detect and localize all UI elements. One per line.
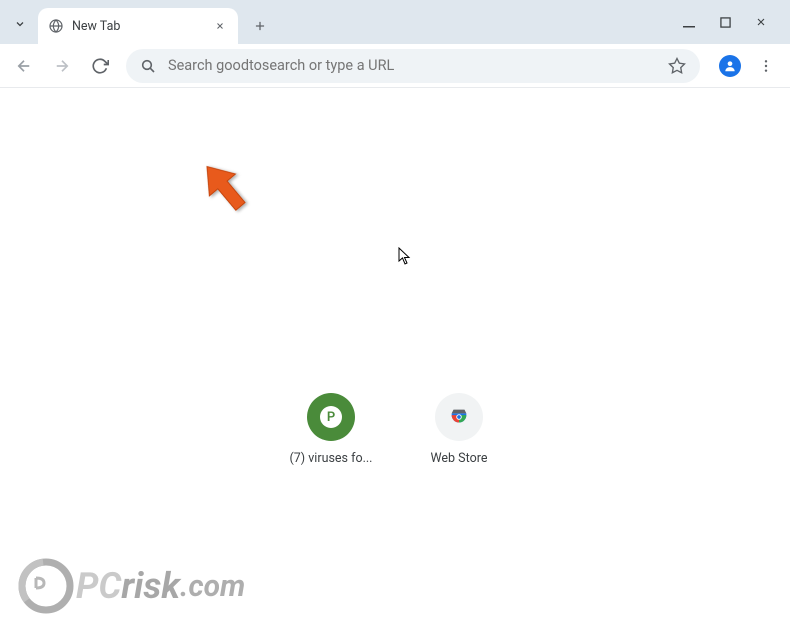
watermark-part3: .com bbox=[180, 569, 245, 604]
tab-close-button[interactable] bbox=[212, 18, 228, 34]
forward-button[interactable] bbox=[46, 50, 78, 82]
watermark-part1: PC bbox=[76, 565, 121, 607]
annotation-arrow bbox=[198, 156, 253, 221]
omnibox-input[interactable] bbox=[168, 57, 668, 74]
webstore-icon bbox=[448, 406, 470, 428]
menu-button[interactable] bbox=[750, 50, 782, 82]
star-icon bbox=[668, 57, 686, 75]
dots-vertical-icon bbox=[758, 58, 774, 74]
minimize-button[interactable] bbox=[682, 15, 696, 29]
reload-button[interactable] bbox=[84, 50, 116, 82]
shortcut-favicon-icon: P bbox=[307, 393, 355, 441]
search-icon bbox=[140, 58, 156, 74]
shortcuts-row: P (7) viruses fo... Web Store bbox=[275, 393, 515, 466]
arrow-right-icon bbox=[53, 57, 71, 75]
shortcut-favicon-icon bbox=[435, 393, 483, 441]
toolbar bbox=[0, 44, 790, 88]
titlebar: New Tab bbox=[0, 0, 790, 44]
minimize-icon bbox=[683, 16, 695, 28]
close-window-button[interactable] bbox=[754, 15, 768, 29]
shortcut-item[interactable]: P (7) viruses fo... bbox=[275, 393, 387, 466]
maximize-icon bbox=[720, 17, 731, 28]
back-button[interactable] bbox=[8, 50, 40, 82]
shortcut-item[interactable]: Web Store bbox=[403, 393, 515, 466]
watermark-part2: risk bbox=[121, 565, 180, 607]
avatar-icon bbox=[719, 55, 741, 77]
omnibox[interactable] bbox=[126, 49, 700, 83]
tab-search-dropdown-button[interactable] bbox=[6, 10, 34, 38]
window-controls bbox=[682, 0, 790, 44]
arrow-left-icon bbox=[15, 57, 33, 75]
close-icon bbox=[755, 16, 767, 28]
cursor-icon bbox=[398, 247, 412, 269]
globe-icon bbox=[48, 18, 64, 34]
plus-icon bbox=[253, 19, 267, 33]
browser-tab[interactable]: New Tab bbox=[38, 8, 238, 44]
page-content: P (7) viruses fo... Web Store bbox=[0, 88, 790, 632]
watermark-logo-icon bbox=[18, 558, 74, 614]
reload-icon bbox=[91, 57, 109, 75]
shortcut-badge: P bbox=[320, 406, 342, 428]
shortcut-label: (7) viruses fo... bbox=[290, 451, 373, 466]
bookmark-button[interactable] bbox=[668, 57, 686, 75]
tab-title: New Tab bbox=[72, 19, 212, 34]
watermark: PC risk .com bbox=[18, 558, 245, 614]
shortcut-label: Web Store bbox=[431, 451, 488, 466]
maximize-button[interactable] bbox=[718, 15, 732, 29]
profile-button[interactable] bbox=[716, 52, 744, 80]
watermark-text: PC risk .com bbox=[76, 565, 245, 607]
close-icon bbox=[215, 21, 225, 31]
new-tab-button[interactable] bbox=[246, 12, 274, 40]
chevron-down-icon bbox=[14, 18, 26, 30]
